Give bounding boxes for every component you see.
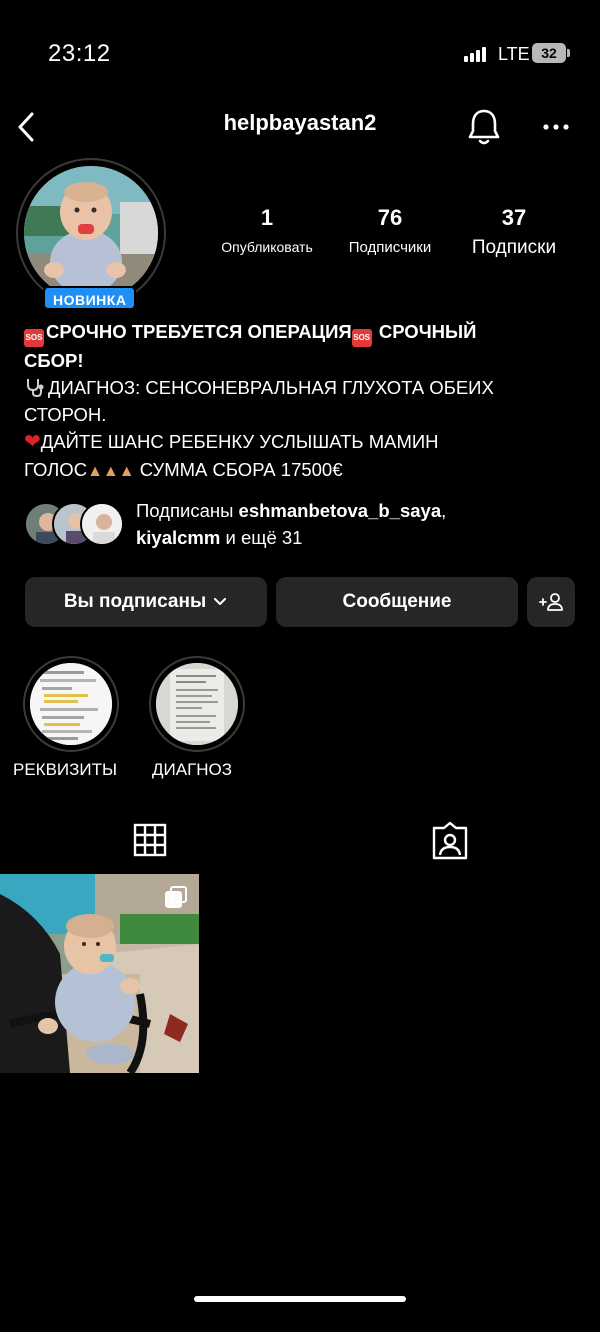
profile-bio: SOS СРОЧНО ТРЕБУЕТСЯ ОПЕРАЦИЯ SOS СРОЧНЫЙ … <box>24 318 584 485</box>
tab-posts-grid[interactable] <box>0 820 300 864</box>
following-button[interactable]: Вы подписаны <box>25 577 267 627</box>
following-count[interactable]: 37 Подписки <box>458 205 570 259</box>
followers-count[interactable]: 76 Подписчики <box>332 205 448 256</box>
sos-icon: SOS <box>24 329 44 347</box>
network-type: LTE <box>498 44 530 64</box>
followers-count-value: 76 <box>377 205 403 230</box>
profile-username: helpbayastan2 <box>223 110 377 135</box>
message-button[interactable]: Сообщение <box>276 577 518 627</box>
following-count-value: 37 <box>501 205 527 230</box>
sos-icon: SOS <box>351 329 372 347</box>
highlight-cover <box>30 663 112 745</box>
status-time: 23:12 <box>48 40 111 67</box>
highlight-cover <box>156 663 238 745</box>
highlight-ring <box>23 656 119 752</box>
bell-icon[interactable] <box>462 100 506 148</box>
add-person-icon <box>539 593 563 611</box>
bio-line-4: СТОРОН. <box>24 404 107 425</box>
highlight-label-rekvizity: РЕКВИЗИТЫ <box>13 760 118 779</box>
battery-icon: 32 <box>532 43 566 63</box>
followers-count-label: Подписчики <box>348 239 432 256</box>
chevron-down-icon <box>214 598 227 605</box>
new-badge: НОВИНКА <box>43 286 137 310</box>
bio-line-6: ГОЛОС▲▲▲ СУММА СБОРА 17500€ <box>24 456 584 485</box>
post-thumbnail[interactable] <box>0 874 199 1073</box>
posts-count-value: 1 <box>260 205 274 230</box>
tagged-icon <box>432 821 468 860</box>
back-icon[interactable] <box>8 100 48 148</box>
mutual-followers-avatars[interactable] <box>24 502 124 546</box>
battery-tip <box>567 49 570 57</box>
suggest-users-button[interactable] <box>527 577 575 627</box>
bio-line-5: ❤ДАЙТЕ ШАНС РЕБЕНКУ УСЛЫШАТЬ МАМИН <box>24 431 439 453</box>
profile-avatar[interactable] <box>24 166 158 300</box>
heart-icon: ❤ <box>24 431 41 453</box>
home-indicator[interactable] <box>194 1296 406 1302</box>
bio-line-3: ДИАГНОЗ: СЕНСОНЕВРАЛЬНАЯ ГЛУХОТА ОБЕИХ <box>24 374 584 401</box>
stethoscope-icon <box>27 379 44 398</box>
highlight-rekvizity[interactable] <box>23 656 119 752</box>
bio-line-2: СБОР! <box>24 350 84 371</box>
posts-count-label: Опубликовать <box>221 239 313 255</box>
grid-icon <box>133 823 167 857</box>
highlight-label-diagnoz: ДИАГНОЗ <box>152 760 233 779</box>
tab-tagged[interactable] <box>300 820 600 864</box>
pray-hands-icon: ▲▲▲ <box>87 463 135 480</box>
carousel-icon <box>165 886 187 908</box>
mutual-followers-text[interactable]: Подписаны eshmanbetova_b_saya, kiyalcmm … <box>136 497 586 551</box>
status-bar: 23:12 LTE 32 <box>0 0 600 100</box>
more-options-icon[interactable] <box>536 100 576 148</box>
profile-header: helpbayastan2 <box>0 96 600 152</box>
posts-count[interactable]: 1 Опубликовать <box>212 205 322 255</box>
highlight-ring <box>149 656 245 752</box>
following-count-label: Подписки <box>471 237 557 258</box>
bio-line-1: SOS СРОЧНО ТРЕБУЕТСЯ ОПЕРАЦИЯ SOS СРОЧНЫЙ <box>24 318 584 347</box>
mutual-avatar <box>80 502 124 546</box>
signal-icon <box>464 46 492 62</box>
highlight-diagnoz[interactable] <box>149 656 245 752</box>
